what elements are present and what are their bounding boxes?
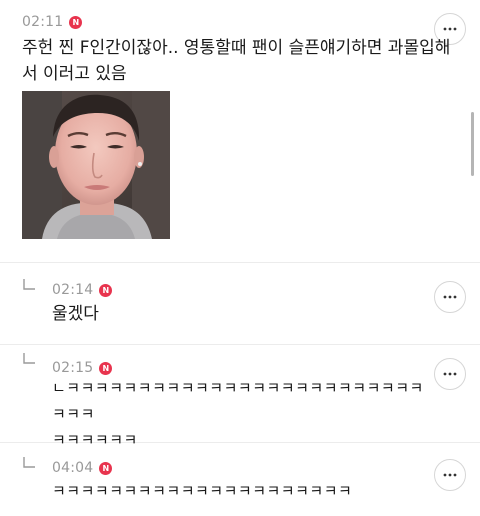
comment-thread: 02:11 N 주헌 찐 F인간이잖아.. 영통할때 팬이 슬픈얘기하면 과몰입… — [0, 0, 480, 516]
more-options-icon — [443, 295, 457, 299]
reply-item: 04:04 N ㅋㅋㅋㅋㅋㅋㅋㅋㅋㅋㅋㅋㅋㅋㅋㅋㅋㅋㅋㅋㅋ — [0, 443, 480, 516]
comment-time: 02:14 — [52, 282, 94, 298]
more-options-icon — [443, 27, 457, 31]
reply-arrow-icon — [23, 279, 35, 290]
more-options-button[interactable] — [434, 281, 466, 313]
comment-line: ㄴㅋㅋㅋㅋㅋㅋㅋㅋㅋㅋㅋㅋㅋㅋㅋㅋㅋㅋㅋㅋㅋㅋㅋㅋㅋㅋㅋㅋ — [52, 379, 424, 423]
comment-item: 02:11 N 주헌 찐 F인간이잖아.. 영통할때 팬이 슬픈얘기하면 과몰입… — [0, 0, 480, 263]
comment-line: 울겠다 — [52, 304, 99, 324]
face-photo-image — [22, 91, 170, 239]
comment-line: 주헌 찐 F인간이잖아.. 영통할때 팬이 슬픈얘기하면 과몰입해 — [22, 38, 451, 58]
reply-item: 02:15 N ㄴㅋㅋㅋㅋㅋㅋㅋㅋㅋㅋㅋㅋㅋㅋㅋㅋㅋㅋㅋㅋㅋㅋㅋㅋㅋㅋㅋㅋ ㅋㅋ… — [0, 345, 480, 449]
comment-text: 주헌 찐 F인간이잖아.. 영통할때 팬이 슬픈얘기하면 과몰입해 서 이러고 … — [22, 35, 452, 87]
comment-text: ㅋㅋㅋㅋㅋㅋㅋㅋㅋㅋㅋㅋㅋㅋㅋㅋㅋㅋㅋㅋㅋ — [52, 478, 432, 504]
comment-time: 02:11 — [22, 14, 64, 30]
new-badge-icon: N — [99, 283, 113, 297]
new-badge-icon: N — [99, 361, 113, 375]
comment-time: 04:04 — [52, 460, 94, 476]
comment-line: ㅋㅋㅋㅋㅋㅋㅋㅋㅋㅋㅋㅋㅋㅋㅋㅋㅋㅋㅋㅋㅋ — [52, 482, 353, 500]
more-options-button[interactable] — [434, 358, 466, 390]
comment-line: 서 이러고 있음 — [22, 64, 127, 84]
reply-arrow-icon — [23, 457, 35, 468]
reply-item: 02:14 N 울겠다 — [0, 263, 480, 345]
comment-meta: 04:04 N — [52, 458, 113, 478]
more-options-icon — [443, 372, 457, 376]
comment-meta: 02:14 N — [52, 280, 113, 300]
comment-text: ㄴㅋㅋㅋㅋㅋㅋㅋㅋㅋㅋㅋㅋㅋㅋㅋㅋㅋㅋㅋㅋㅋㅋㅋㅋㅋㅋㅋㅋ ㅋㅋㅋㅋㅋㅋ — [52, 375, 432, 453]
new-badge-icon: N — [69, 15, 83, 29]
comment-time: 02:15 — [52, 360, 94, 376]
new-badge-icon: N — [99, 461, 113, 475]
comment-meta: 02:11 N — [22, 12, 83, 32]
reply-arrow-icon — [23, 353, 35, 364]
comment-text: 울겠다 — [52, 301, 422, 327]
more-options-button[interactable] — [434, 459, 466, 491]
scrollbar-thumb[interactable] — [471, 112, 474, 176]
comment-photo[interactable] — [22, 91, 170, 239]
more-options-icon — [443, 473, 457, 477]
